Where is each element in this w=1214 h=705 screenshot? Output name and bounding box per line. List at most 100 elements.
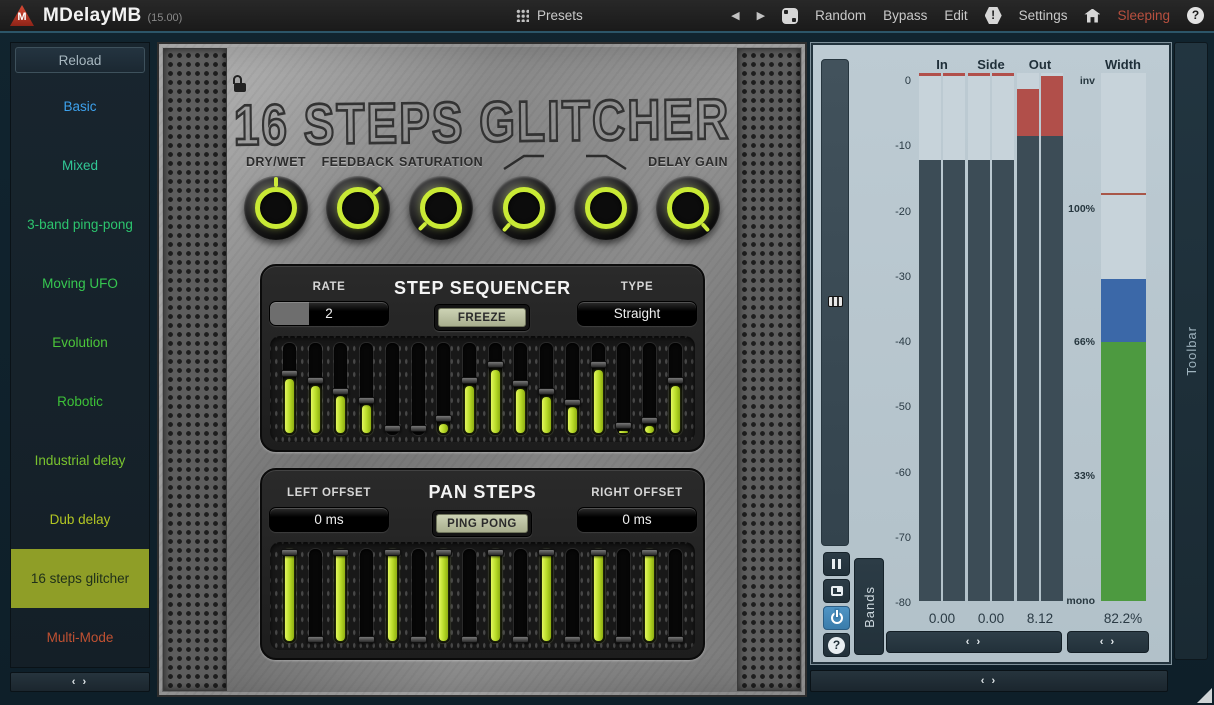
seq-step-15[interactable] [643, 343, 656, 435]
presets-button[interactable]: Presets [537, 8, 583, 23]
sidebar-item-16-steps-glitcher[interactable]: 16 steps glitcher [11, 549, 149, 608]
sidebar-item-mixed[interactable]: Mixed [11, 136, 149, 195]
meter-help-button[interactable]: ? [823, 633, 850, 657]
knob-saturation[interactable] [409, 176, 473, 240]
sidebar-item-basic[interactable]: Basic [11, 77, 149, 136]
next-preset-button[interactable]: ▶ [757, 9, 765, 22]
left-offset-value[interactable]: 0 ms [269, 507, 389, 532]
pan-step-3[interactable] [334, 549, 347, 643]
sidebar-scrollbar[interactable]: ‹ › [10, 672, 150, 692]
pan-step-6[interactable] [412, 549, 425, 643]
meter-header-in: In [936, 57, 948, 72]
seq-step-14[interactable] [617, 343, 630, 435]
meter-header-out: Out [1029, 57, 1051, 72]
seq-step-2[interactable] [309, 343, 322, 435]
pan-step-11[interactable] [540, 549, 553, 643]
sidebar-item-dub-delay[interactable]: Dub delay [11, 490, 149, 549]
width-meter-bar [1101, 73, 1146, 601]
pan-step-5[interactable] [386, 549, 399, 643]
right-offset-label: RIGHT OFFSET [577, 487, 697, 499]
randomize-dice-icon[interactable] [782, 8, 798, 24]
pan-step-8[interactable] [463, 549, 476, 643]
seq-step-6[interactable] [412, 343, 425, 435]
previous-preset-button[interactable]: ◀ [731, 9, 739, 22]
meter-bar-in [943, 73, 965, 601]
warning-icon[interactable]: ! [985, 7, 1002, 24]
sidebar-item-multi-mode[interactable]: Multi-Mode [11, 608, 149, 667]
topbar: M MDelayMB (15.00) Presets ◀ ▶ Random By… [0, 0, 1214, 33]
seq-step-8[interactable] [463, 343, 476, 435]
pan-step-14[interactable] [617, 549, 630, 643]
left-offset-label: LEFT OFFSET [269, 487, 389, 499]
rate-label: RATE [269, 281, 389, 293]
pan-step-12[interactable] [566, 549, 579, 643]
sidebar-item-moving-ufo[interactable]: Moving UFO [11, 254, 149, 313]
reload-button[interactable]: Reload [15, 47, 145, 73]
bands-button[interactable]: Bands [854, 558, 884, 655]
knob-filter-high[interactable] [492, 176, 556, 240]
preset-sidebar: Reload BasicMixed3-band ping-pongMoving … [10, 42, 150, 668]
knob-row: DRY/WETFEEDBACKSATURATIONDELAY GAIN [235, 151, 729, 261]
seq-step-10[interactable] [514, 343, 527, 435]
meter-bar-out [1017, 73, 1039, 601]
pan-step-1[interactable] [283, 549, 296, 643]
help-icon[interactable]: ? [1187, 7, 1204, 24]
meter-bar-out [1041, 73, 1063, 601]
width-label-66: 66% [1074, 336, 1095, 348]
meter-bar-side [968, 73, 990, 601]
knob-dry-wet[interactable] [244, 176, 308, 240]
db-tick: 0 [811, 75, 911, 87]
seq-step-4[interactable] [360, 343, 373, 435]
pan-step-16[interactable] [669, 549, 682, 643]
sleeping-status[interactable]: Sleeping [1117, 8, 1170, 23]
plugin-version: (15.00) [147, 12, 182, 24]
meter-scrollbar-left[interactable]: ‹ › [886, 631, 1062, 653]
pan-step-15[interactable] [643, 549, 656, 643]
settings-button[interactable]: Settings [1019, 8, 1068, 23]
pan-step-4[interactable] [360, 549, 373, 643]
bypass-button[interactable]: Bypass [883, 8, 927, 23]
meter-value-width: 82.2% [1104, 611, 1142, 626]
ping-pong-toggle[interactable]: PING PONG [432, 510, 532, 537]
sidebar-item-robotic[interactable]: Robotic [11, 372, 149, 431]
pan-step-10[interactable] [514, 549, 527, 643]
seq-step-12[interactable] [566, 343, 579, 435]
sidebar-item-industrial-delay[interactable]: Industrial delay [11, 431, 149, 490]
seq-step-9[interactable] [489, 343, 502, 435]
pause-icon [832, 559, 841, 569]
right-offset-value[interactable]: 0 ms [577, 507, 697, 532]
seq-step-7[interactable] [437, 343, 450, 435]
fit-view-button[interactable] [823, 579, 850, 603]
seq-step-5[interactable] [386, 343, 399, 435]
random-button[interactable]: Random [815, 8, 866, 23]
meter-value-side: 0.00 [978, 611, 1004, 626]
home-icon[interactable] [1084, 9, 1100, 23]
freeze-toggle[interactable]: FREEZE [434, 304, 530, 331]
knob-delay-gain[interactable] [656, 176, 720, 240]
toolbar-strip[interactable]: Toolbar [1174, 42, 1208, 660]
knob-feedback[interactable] [326, 176, 390, 240]
seq-step-3[interactable] [334, 343, 347, 435]
type-dropdown[interactable]: Straight [577, 301, 697, 326]
knob-filter-low[interactable] [574, 176, 638, 240]
edit-button[interactable]: Edit [944, 8, 967, 23]
melda-logo-icon[interactable]: M [10, 5, 34, 26]
bottom-scrollbar[interactable]: ‹ › [810, 670, 1168, 692]
resize-grip[interactable] [1197, 688, 1212, 703]
pan-step-13[interactable] [592, 549, 605, 643]
sidebar-item-3-band-ping-pong[interactable]: 3-band ping-pong [11, 195, 149, 254]
seq-step-1[interactable] [283, 343, 296, 435]
lock-open-icon[interactable] [233, 75, 247, 93]
pause-button[interactable] [823, 552, 850, 576]
seq-step-13[interactable] [592, 343, 605, 435]
pan-step-9[interactable] [489, 549, 502, 643]
seq-step-11[interactable] [540, 343, 553, 435]
fit-view-icon [831, 586, 843, 596]
rate-value[interactable]: 2 [269, 301, 389, 326]
power-button[interactable] [823, 606, 850, 630]
pan-step-7[interactable] [437, 549, 450, 643]
seq-step-16[interactable] [669, 343, 682, 435]
sidebar-item-evolution[interactable]: Evolution [11, 313, 149, 372]
meter-scrollbar-right[interactable]: ‹ › [1067, 631, 1149, 653]
pan-step-2[interactable] [309, 549, 322, 643]
